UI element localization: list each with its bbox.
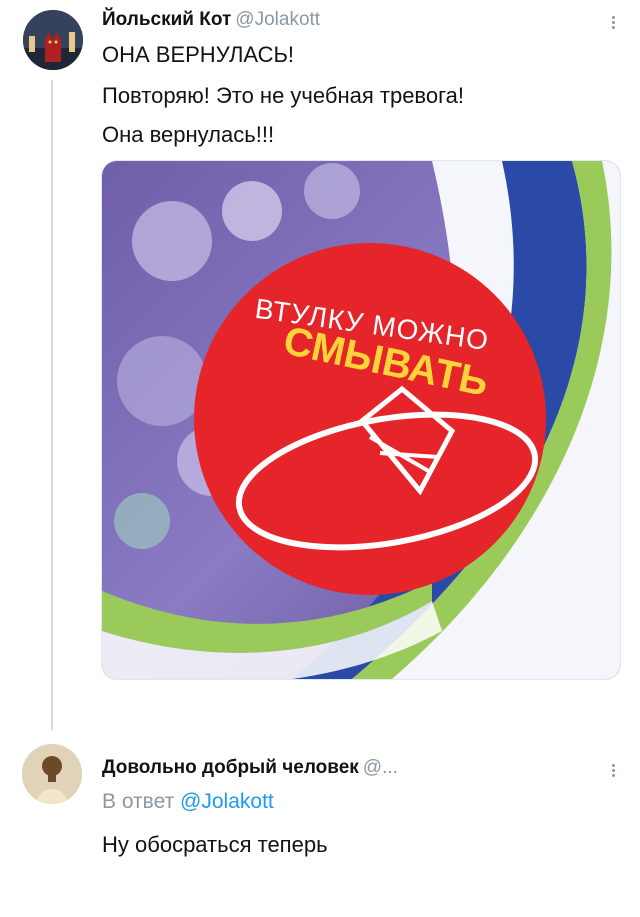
- tweet-text-line: Она вернулась!!!: [102, 122, 275, 147]
- reply-text: Ну обосраться теперь: [102, 832, 328, 857]
- tweet-text-line: ОНА ВЕРНУЛАСЬ!: [102, 42, 295, 67]
- tweet-header: Йольский Кот @Jolakott: [102, 9, 320, 31]
- reply-prefix: В ответ: [102, 790, 175, 813]
- tweet-text-line: Повторяю! Это не учебная тревога!: [102, 83, 465, 108]
- tweet-image[interactable]: ВТУЛКУ МОЖНО СМЫВАТЬ: [101, 160, 621, 680]
- reply-context: В ответ @Jolakott: [102, 790, 274, 814]
- thread-line: [51, 80, 53, 730]
- author-handle[interactable]: @Jolakott: [235, 9, 320, 30]
- reply-author-avatar[interactable]: [22, 744, 82, 804]
- reply-author-handle[interactable]: @...: [363, 757, 398, 778]
- author-avatar[interactable]: [23, 10, 83, 70]
- more-vertical-icon[interactable]: [610, 762, 616, 779]
- reply-to-handle-link[interactable]: @Jolakott: [180, 790, 274, 813]
- reply-author-name[interactable]: Довольно добрый человек: [102, 757, 359, 778]
- reply-header: Довольно добрый человек @...: [102, 757, 398, 779]
- author-name[interactable]: Йольский Кот: [102, 9, 231, 30]
- more-vertical-icon[interactable]: [610, 14, 616, 31]
